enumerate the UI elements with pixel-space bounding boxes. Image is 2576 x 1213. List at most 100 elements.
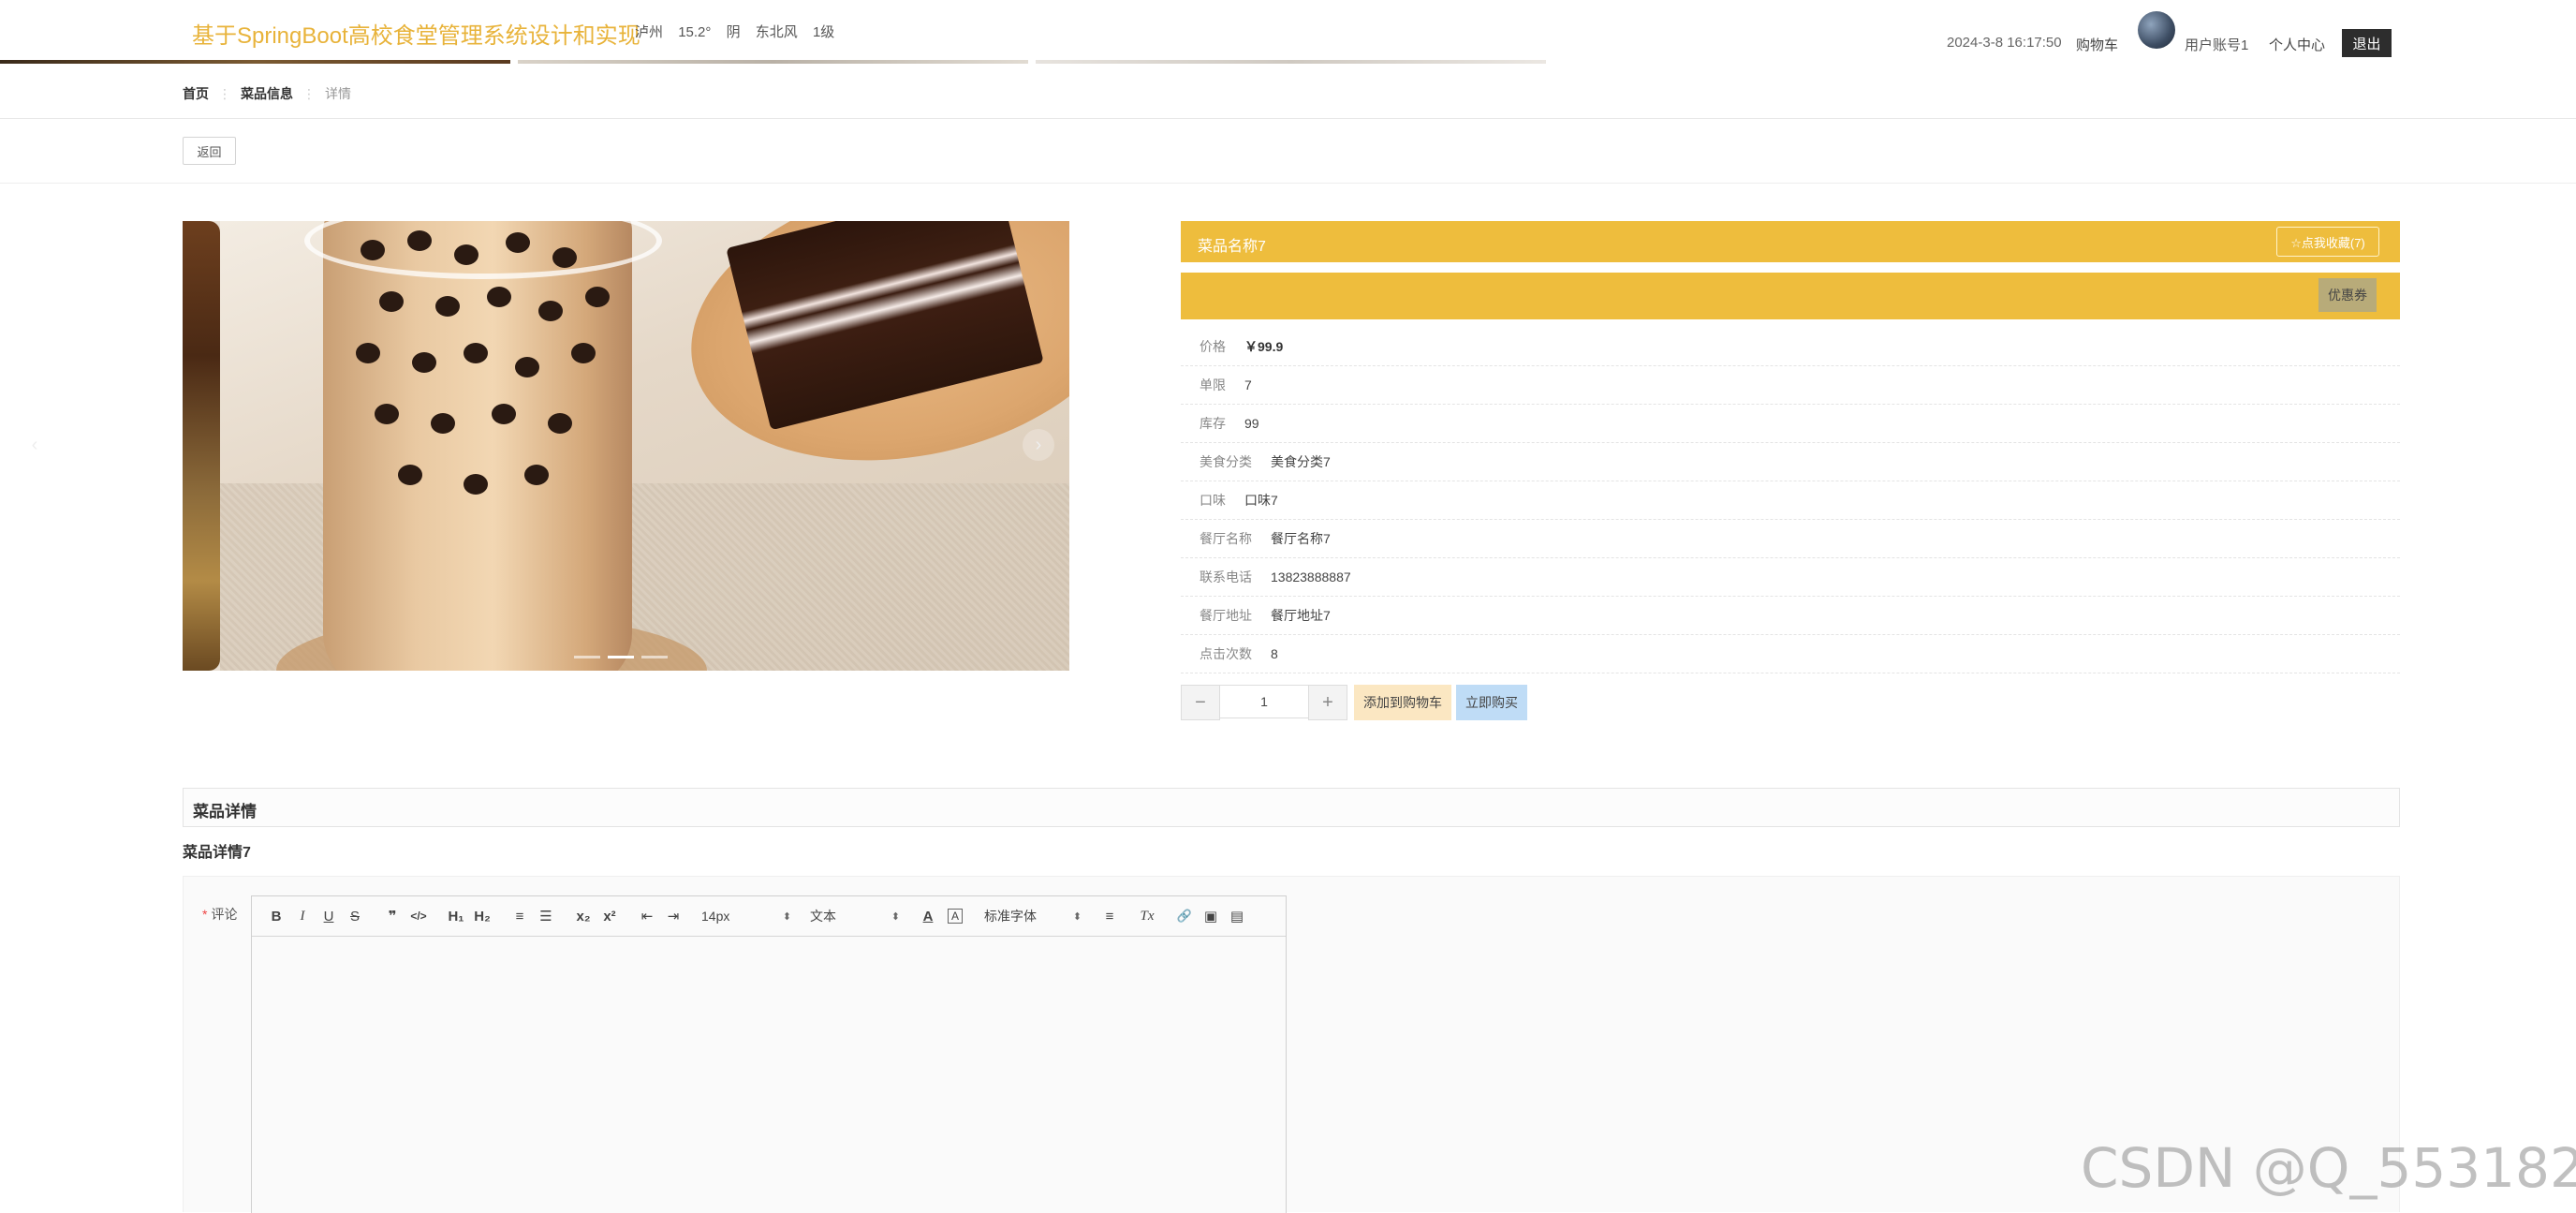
superscript-icon[interactable]: x² [596,904,623,928]
attribute-value: 餐厅地址7 [1271,608,1331,623]
attribute-value: 美食分类7 [1271,454,1331,469]
add-to-cart-button[interactable]: 添加到购物车 [1354,685,1451,720]
attribute-row-taste: 口味 口味7 [1181,481,2400,520]
attribute-row-limit: 单限 7 [1181,366,2400,405]
comment-input[interactable] [252,937,1286,1213]
image-icon[interactable]: ▣ [1198,904,1224,928]
clear-format-icon[interactable]: Tx [1134,904,1160,928]
details-title: 菜品详情 [193,803,257,821]
font-family-select[interactable]: 标准字体 ⬍ [980,904,1085,928]
avatar[interactable] [2138,11,2175,49]
italic-icon[interactable]: I [289,904,316,928]
weather-level: 1级 [812,24,835,40]
attribute-label: 联系电话 [1200,570,1252,584]
attribute-value: ￥99.9 [1244,339,1284,354]
coupon-button[interactable]: 优惠券 [2318,278,2377,312]
font-size-select[interactable]: 14px ⬍ [698,904,795,928]
carousel-indicator-active[interactable] [608,656,634,658]
header-type-select[interactable]: 文本 ⬍ [806,904,904,928]
weather-widget: 泸州 15.2° 阴 东北风 1级 [635,22,846,41]
top-header: 基于SpringBoot高校食堂管理系统设计和实现 泸州 15.2° 阴 东北风… [0,0,2576,62]
attribute-value: 8 [1271,646,1278,661]
chevron-right-icon[interactable]: › [1023,429,1054,461]
back-button[interactable]: 返回 [183,137,236,165]
attribute-row-stock: 库存 99 [1181,405,2400,443]
rich-text-editor: B I U S ❞ </> H₁ H₂ ≡ ☰ x₂ x² ⇤ ⇥ 14px⬍ [251,895,1287,1213]
attribute-value: 99 [1244,416,1259,431]
site-title[interactable]: 基于SpringBoot高校食堂管理系统设计和实现 [192,17,640,50]
outdent-icon[interactable]: ⇤ [634,904,660,928]
weather-condition: 阴 [726,24,741,40]
attribute-value: 7 [1244,377,1252,392]
carousel-slide-previous[interactable] [183,221,220,671]
product-name: 菜品名称7 [1198,239,1266,255]
quantity-stepper: − + [1181,685,1347,720]
carousel-indicators [574,656,668,659]
dropdown-caret-icon: ⬍ [891,910,900,923]
video-icon[interactable]: ▤ [1224,904,1250,928]
breadcrumb-home[interactable]: 首页 [183,86,209,101]
carousel-indicator[interactable] [574,656,600,658]
indent-icon[interactable]: ⇥ [660,904,686,928]
subscript-icon[interactable]: x₂ [570,904,596,928]
header-image-strip [0,60,2576,64]
editor-toolbar: B I U S ❞ </> H₁ H₂ ≡ ☰ x₂ x² ⇤ ⇥ 14px⬍ [252,896,1286,937]
text-color-icon[interactable]: A [915,904,941,928]
divider [0,118,2576,119]
carousel-slide-active [220,221,1069,671]
chevron-left-icon[interactable]: ‹ [19,429,51,461]
attribute-value: 13823888887 [1271,570,1351,584]
weather-wind: 东北风 [755,24,798,40]
attribute-label: 餐厅名称 [1200,531,1252,546]
quantity-input[interactable] [1220,685,1308,718]
underline-icon[interactable]: U [316,904,342,928]
carousel-indicator[interactable] [641,656,668,658]
bold-icon[interactable]: B [263,904,289,928]
cart-link[interactable]: 购物车 [2076,35,2118,54]
heading-2-icon[interactable]: H₂ [469,904,495,928]
comment-label: * 评论 [202,907,238,922]
attribute-value: 口味7 [1244,493,1278,508]
background-color-icon[interactable]: A [948,909,963,924]
product-name-bar: 菜品名称7 ☆点我收藏(7) [1181,221,2400,262]
logout-button[interactable]: 退出 [2342,29,2392,57]
dropdown-caret-icon: ⬍ [1072,910,1082,923]
details-header: 菜品详情 [183,788,2400,827]
blockquote-icon[interactable]: ❞ [379,904,405,928]
attribute-label: 点击次数 [1200,646,1252,661]
attribute-row-category: 美食分类 美食分类7 [1181,443,2400,481]
divider [0,183,2576,184]
attribute-value: 餐厅名称7 [1271,531,1331,546]
profile-link[interactable]: 个人中心 [2269,35,2325,54]
attribute-row-phone: 联系电话 13823888887 [1181,558,2400,597]
weather-city: 泸州 [635,24,664,40]
attribute-label: 餐厅地址 [1200,608,1252,623]
attribute-row-restaurant: 餐厅名称 餐厅名称7 [1181,520,2400,558]
current-datetime: 2024-3-8 16:17:50 [1947,35,2062,51]
attribute-row-address: 餐厅地址 餐厅地址7 [1181,597,2400,635]
code-block-icon[interactable]: </> [405,904,432,928]
link-icon[interactable]: 🔗 [1171,904,1198,928]
image-carousel[interactable] [183,221,1069,671]
strikethrough-icon[interactable]: S [342,904,368,928]
product-attributes: 价格 ￥99.9 单限 7 库存 99 美食分类 美食分类7 口味 口味7 餐厅… [1181,328,2400,673]
favorite-button[interactable]: ☆点我收藏(7) [2276,227,2379,257]
details-content: 菜品详情7 [183,845,251,861]
breadcrumb-current: 详情 [325,86,351,101]
minus-icon[interactable]: − [1181,685,1220,720]
weather-temperature: 15.2° [678,24,712,40]
dropdown-caret-icon: ⬍ [782,910,791,923]
attribute-label: 美食分类 [1200,454,1252,469]
breadcrumb-dish-info[interactable]: 菜品信息 [241,86,293,101]
heading-1-icon[interactable]: H₁ [443,904,469,928]
required-mark: * [202,907,208,922]
username: 用户账号1 [2185,37,2249,53]
comment-section: * 评论 B I U S ❞ </> H₁ H₂ ≡ ☰ x₂ x² ⇤ ⇥ 14… [183,876,2400,1213]
coupon-bar: 优惠券 [1181,273,2400,319]
bullet-list-icon[interactable]: ☰ [533,904,559,928]
ordered-list-icon[interactable]: ≡ [507,904,533,928]
align-icon[interactable]: ≡ [1097,904,1123,928]
attribute-label: 口味 [1200,493,1226,508]
buy-now-button[interactable]: 立即购买 [1456,685,1527,720]
plus-icon[interactable]: + [1308,685,1347,720]
